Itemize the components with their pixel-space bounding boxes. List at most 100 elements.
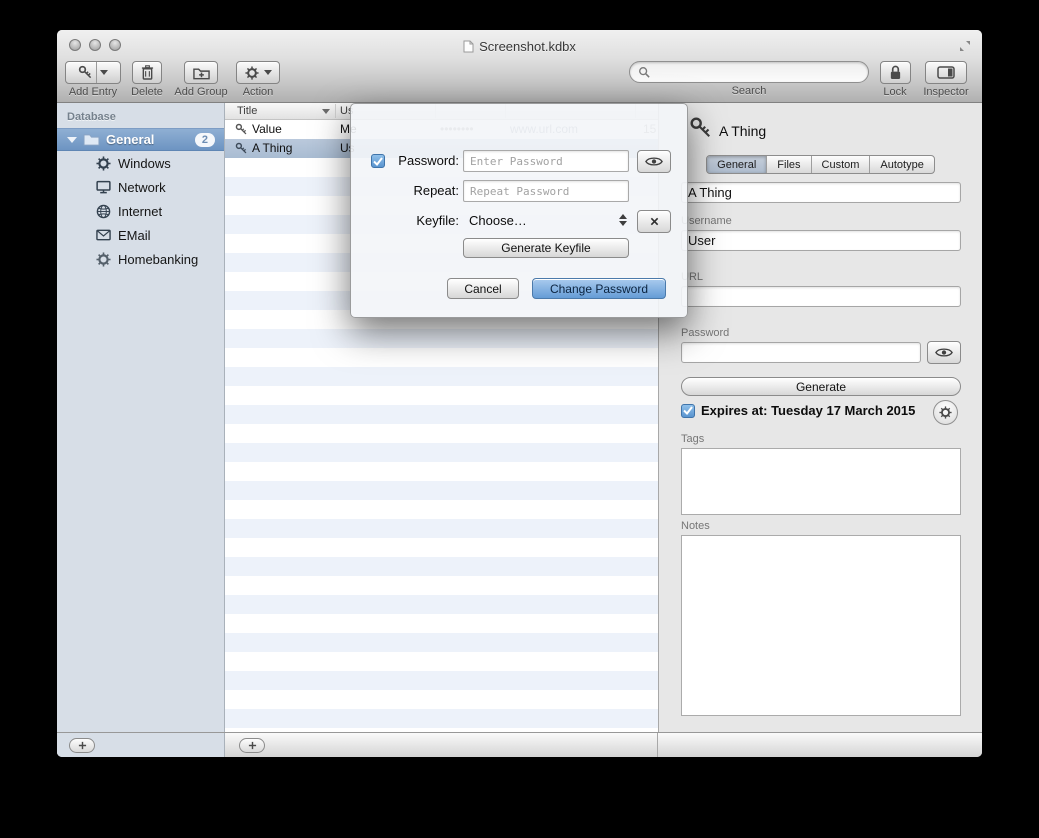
trash-icon <box>141 65 154 80</box>
add-group-label: Add Group <box>173 86 229 98</box>
sidebar-group-label: General <box>106 132 154 147</box>
tab-files[interactable]: Files <box>767 156 811 173</box>
inspector-tabs: General Files Custom Autotype <box>659 155 982 174</box>
lock-icon <box>889 65 902 80</box>
inspector-entry-title: A Thing <box>719 123 766 139</box>
dialog-repeat-label: Repeat: <box>351 183 459 198</box>
lock-toolbar-item: Lock <box>877 61 913 98</box>
gear-icon <box>939 406 952 419</box>
action-toolbar-item: Action <box>235 61 281 98</box>
cancel-button-label: Cancel <box>464 282 501 296</box>
envelope-icon <box>96 229 111 241</box>
generate-button[interactable]: Generate <box>681 377 961 396</box>
group-badge: 2 <box>195 133 215 147</box>
key-icon <box>78 65 93 80</box>
sidebar-item-windows[interactable]: Windows <box>57 151 224 175</box>
gear-icon <box>96 156 111 171</box>
button-divider <box>96 62 97 83</box>
sidebar-item-label: Network <box>118 180 166 195</box>
clear-keyfile-button[interactable] <box>637 210 671 233</box>
monitor-icon <box>96 180 111 194</box>
password-field[interactable] <box>681 342 921 363</box>
generate-keyfile-label: Generate Keyfile <box>501 241 590 255</box>
reveal-new-password-button[interactable] <box>637 150 671 173</box>
dialog-password-label: Password: <box>351 153 459 168</box>
add-entry-plus-button[interactable] <box>239 738 265 753</box>
url-field[interactable] <box>681 286 961 307</box>
entry-key-icon <box>689 116 713 140</box>
notes-textarea[interactable] <box>681 535 961 716</box>
keyfile-popup[interactable]: Choose… <box>469 213 527 228</box>
repeat-password-input[interactable] <box>463 180 629 202</box>
search-input[interactable] <box>655 65 860 79</box>
dialog-keyfile-label: Keyfile: <box>351 213 459 228</box>
plus-icon <box>78 741 87 750</box>
password-label: Password <box>681 327 729 339</box>
add-group-plus-button[interactable] <box>69 738 95 753</box>
column-separator[interactable] <box>335 104 336 118</box>
fullscreen-icon[interactable] <box>958 39 972 53</box>
expires-checkbox[interactable] <box>681 404 695 418</box>
chevron-down-icon <box>100 70 108 75</box>
sidebar: Database General 2 Windows Network Inter… <box>57 103 225 732</box>
password-row: Password: <box>351 150 687 172</box>
inspector-button[interactable] <box>925 61 967 84</box>
sidebar-group-general[interactable]: General 2 <box>57 128 224 151</box>
sidebar-item-network[interactable]: Network <box>57 175 224 199</box>
add-entry-label: Add Entry <box>64 86 122 98</box>
disclosure-triangle-icon[interactable] <box>67 137 77 143</box>
generate-keyfile-button[interactable]: Generate Keyfile <box>463 238 629 258</box>
folder-icon <box>83 133 100 146</box>
popup-stepper-icon[interactable] <box>619 214 627 226</box>
username-field[interactable] <box>681 230 961 251</box>
title-field[interactable] <box>681 182 961 203</box>
lock-label: Lock <box>877 86 913 98</box>
username-label: Username <box>681 215 732 227</box>
add-entry-button[interactable] <box>65 61 121 84</box>
delete-toolbar-item: Delete <box>127 61 167 98</box>
lock-button[interactable] <box>880 61 911 84</box>
delete-button[interactable] <box>132 61 162 84</box>
tags-label: Tags <box>681 433 704 445</box>
entry-title: Value <box>252 122 282 136</box>
window-title: Screenshot.kdbx <box>479 39 576 54</box>
tab-general[interactable]: General <box>707 156 767 173</box>
check-icon <box>683 406 693 415</box>
sidebar-item-internet[interactable]: Internet <box>57 199 224 223</box>
gear-icon <box>245 66 259 80</box>
document-proxy-icon <box>463 40 474 53</box>
eye-icon <box>935 347 953 358</box>
cancel-button[interactable]: Cancel <box>447 278 519 299</box>
inspector-panel-icon <box>937 66 955 79</box>
password-settings-button[interactable] <box>933 400 958 425</box>
inspector-panel: A Thing General Files Custom Autotype Us… <box>658 103 982 732</box>
add-group-button[interactable] <box>184 61 218 84</box>
close-icon <box>650 217 659 226</box>
tab-autotype[interactable]: Autotype <box>870 156 933 173</box>
window-header: Screenshot.kdbx Add Entry Delete <box>57 30 982 103</box>
tab-custom[interactable]: Custom <box>812 156 871 173</box>
gear-icon <box>96 252 111 267</box>
action-button[interactable] <box>236 61 280 84</box>
inspector-label: Inspector <box>919 86 973 98</box>
sidebar-item-email[interactable]: EMail <box>57 223 224 247</box>
new-password-input[interactable] <box>463 150 629 172</box>
entry-list-bottom-bar <box>225 733 658 757</box>
expires-row: Expires at: Tuesday 17 March 2015 <box>681 403 915 418</box>
change-password-button[interactable]: Change Password <box>532 278 666 299</box>
search-label: Search <box>629 85 869 97</box>
toolbar: Add Entry Delete Add Group Action <box>57 58 982 103</box>
key-icon <box>235 142 248 155</box>
reveal-password-button[interactable] <box>927 341 961 364</box>
eye-icon <box>645 156 663 167</box>
delete-label: Delete <box>127 86 167 98</box>
add-group-toolbar-item: Add Group <box>173 61 229 98</box>
search-field[interactable] <box>629 61 869 83</box>
search-icon <box>638 66 650 78</box>
action-label: Action <box>235 86 281 98</box>
add-entry-toolbar-item: Add Entry <box>64 61 122 98</box>
sidebar-item-label: EMail <box>118 228 151 243</box>
column-header-title[interactable]: Title <box>237 105 257 117</box>
tags-textarea[interactable] <box>681 448 961 515</box>
sidebar-item-homebanking[interactable]: Homebanking <box>57 247 224 271</box>
